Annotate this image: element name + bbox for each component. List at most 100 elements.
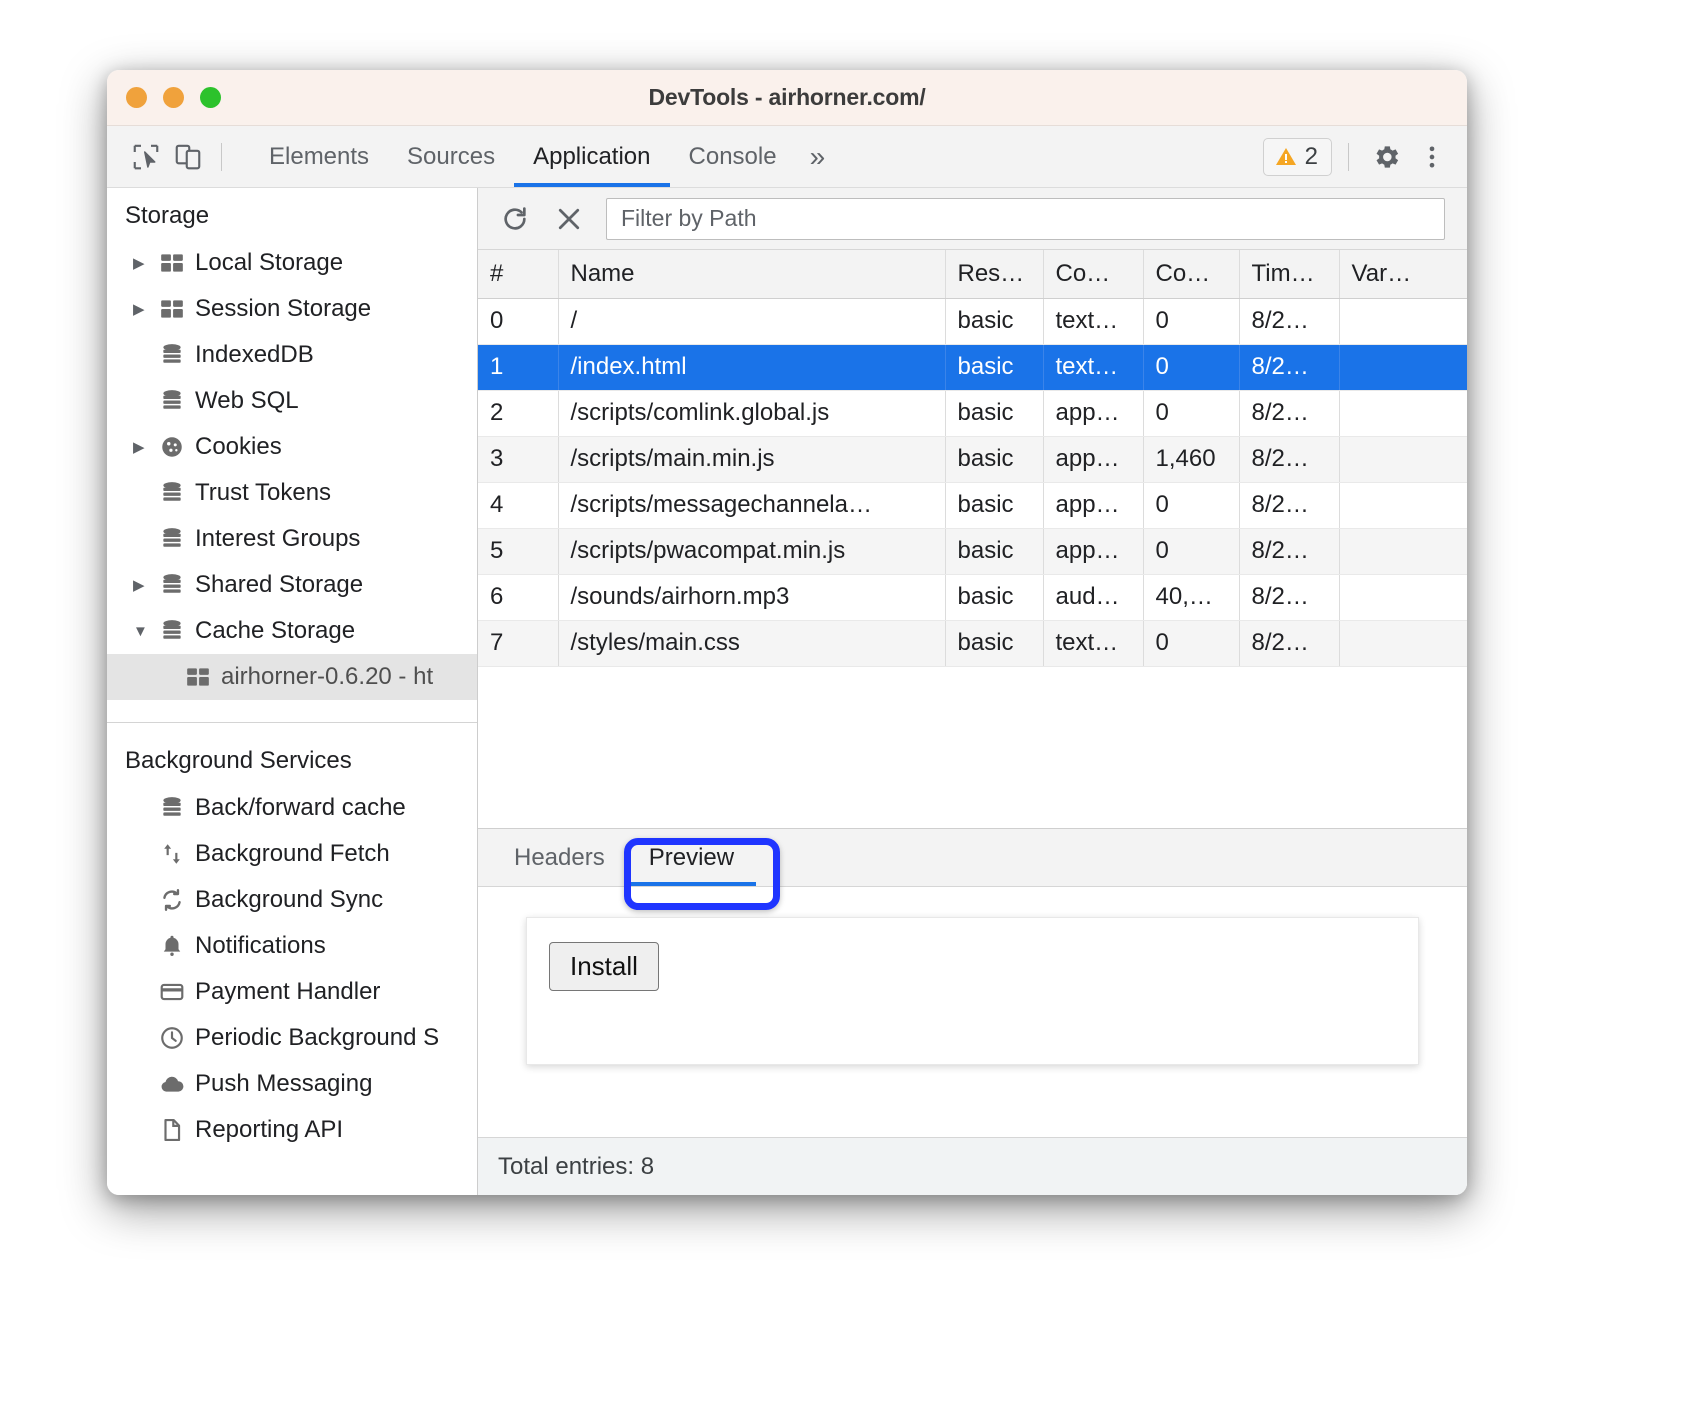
- status-bar: Total entries: 8: [478, 1137, 1467, 1195]
- tab-sources[interactable]: Sources: [388, 126, 514, 187]
- tab-preview[interactable]: Preview: [627, 829, 756, 886]
- chevron-down-icon[interactable]: ▼: [133, 623, 159, 640]
- sidebar-item-shared-storage[interactable]: ▶ Shared Storage: [107, 562, 477, 608]
- cell-time-cached: 8/2…: [1239, 344, 1339, 390]
- tab-elements[interactable]: Elements: [250, 126, 388, 187]
- clock-icon: [159, 1025, 195, 1051]
- warnings-badge[interactable]: 2: [1263, 138, 1332, 176]
- delete-close-icon[interactable]: [546, 196, 592, 242]
- table-row[interactable]: 4 /scripts/messagechannela… basic app… 0…: [478, 482, 1467, 528]
- table-row[interactable]: 7 /styles/main.css basic text… 0 8/2…: [478, 620, 1467, 666]
- cell-name: /styles/main.css: [558, 620, 945, 666]
- database-icon: [159, 480, 195, 506]
- chevron-right-icon[interactable]: ▶: [133, 254, 159, 272]
- sidebar-item-local-storage[interactable]: ▶ Local Storage: [107, 240, 477, 286]
- sidebar-item-notifications[interactable]: ▶ Notifications: [107, 923, 477, 969]
- table-row[interactable]: 2 /scripts/comlink.global.js basic app… …: [478, 390, 1467, 436]
- sidebar-item-background-fetch[interactable]: ▶ Background Fetch: [107, 831, 477, 877]
- column-header-content-length[interactable]: Co…: [1143, 250, 1239, 298]
- tab-preview-label: Preview: [649, 844, 734, 872]
- cell-content-length: 0: [1143, 344, 1239, 390]
- panel-tabs: Elements Sources Application Console »: [250, 126, 839, 187]
- cell-time-cached: 8/2…: [1239, 298, 1339, 344]
- sidebar-item-push-messaging[interactable]: ▶ Push Messaging: [107, 1061, 477, 1107]
- sidebar-item-cache-airhorner[interactable]: airhorner-0.6.20 - ht: [107, 654, 477, 700]
- table-icon: [159, 250, 195, 276]
- cell-name: /index.html: [558, 344, 945, 390]
- sidebar-item-cookies[interactable]: ▶ Cookies: [107, 424, 477, 470]
- cell-response-type: basic: [945, 620, 1043, 666]
- cell-name: /scripts/main.min.js: [558, 436, 945, 482]
- sidebar-item-label: Interest Groups: [195, 525, 360, 553]
- sidebar-item-periodic-background-sync[interactable]: ▶ Periodic Background S: [107, 1015, 477, 1061]
- cell-vary: [1339, 436, 1467, 482]
- database-icon: [159, 795, 195, 821]
- install-button[interactable]: Install: [549, 942, 659, 991]
- sidebar-item-cache-storage[interactable]: ▼ Cache Storage: [107, 608, 477, 654]
- database-icon: [159, 618, 195, 644]
- detail-drawer: Headers Preview Install Total entries: 8: [478, 829, 1467, 1195]
- table-row[interactable]: 5 /scripts/pwacompat.min.js basic app… 0…: [478, 528, 1467, 574]
- table-row[interactable]: 3 /scripts/main.min.js basic app… 1,460 …: [478, 436, 1467, 482]
- cell-name: /scripts/pwacompat.min.js: [558, 528, 945, 574]
- sidebar-item-payment-handler[interactable]: ▶ Payment Handler: [107, 969, 477, 1015]
- storage-section-title: Storage: [107, 188, 477, 240]
- chevron-right-icon[interactable]: ▶: [133, 576, 159, 594]
- arrows-updown-icon: [159, 841, 195, 867]
- table-row[interactable]: 1 /index.html basic text… 0 8/2…: [478, 344, 1467, 390]
- cell-vary: [1339, 482, 1467, 528]
- cache-storage-panel: # Name Res… Co… Co… Tim… Var… 0: [478, 188, 1467, 1195]
- gear-icon[interactable]: [1365, 136, 1407, 178]
- storage-tree: ▶ Local Storage ▶ Session Storage: [107, 240, 477, 704]
- column-header-content-type[interactable]: Co…: [1043, 250, 1143, 298]
- sidebar-item-back-forward-cache[interactable]: ▶ Back/forward cache: [107, 785, 477, 831]
- table-icon: [159, 296, 195, 322]
- sidebar-item-label: Session Storage: [195, 295, 371, 323]
- sidebar-item-trust-tokens[interactable]: ▶ Trust Tokens: [107, 470, 477, 516]
- database-icon: [159, 342, 195, 368]
- cell-index: 2: [478, 390, 558, 436]
- sidebar-item-interest-groups[interactable]: ▶ Interest Groups: [107, 516, 477, 562]
- cell-time-cached: 8/2…: [1239, 574, 1339, 620]
- sidebar-item-reporting-api[interactable]: ▶ Reporting API: [107, 1107, 477, 1153]
- chevron-right-icon[interactable]: ▶: [133, 438, 159, 456]
- cell-index: 3: [478, 436, 558, 482]
- cell-vary: [1339, 528, 1467, 574]
- cell-response-type: basic: [945, 528, 1043, 574]
- sidebar-item-indexeddb[interactable]: ▶ IndexedDB: [107, 332, 477, 378]
- window-titlebar: DevTools - airhorner.com/: [107, 70, 1467, 126]
- cell-content-type: aud…: [1043, 574, 1143, 620]
- cell-content-length: 1,460: [1143, 436, 1239, 482]
- background-services-section-title: Background Services: [107, 723, 477, 785]
- cloud-icon: [159, 1071, 195, 1097]
- chevron-right-icon[interactable]: ▶: [133, 300, 159, 318]
- tab-application[interactable]: Application: [514, 126, 669, 187]
- table-row[interactable]: 0 / basic text… 0 8/2…: [478, 298, 1467, 344]
- cell-index: 6: [478, 574, 558, 620]
- kebab-menu-icon[interactable]: [1411, 136, 1453, 178]
- column-header-vary[interactable]: Var…: [1339, 250, 1467, 298]
- sidebar-item-web-sql[interactable]: ▶ Web SQL: [107, 378, 477, 424]
- more-tabs-button[interactable]: »: [796, 126, 840, 187]
- cell-time-cached: 8/2…: [1239, 436, 1339, 482]
- cell-response-type: basic: [945, 390, 1043, 436]
- table-row[interactable]: 6 /sounds/airhorn.mp3 basic aud… 40,… 8/…: [478, 574, 1467, 620]
- inspect-element-icon[interactable]: [125, 136, 167, 178]
- column-header-index[interactable]: #: [478, 250, 558, 298]
- device-toolbar-icon[interactable]: [167, 136, 209, 178]
- cache-entries-table: # Name Res… Co… Co… Tim… Var… 0: [478, 250, 1467, 667]
- tab-console[interactable]: Console: [670, 126, 796, 187]
- filter-input[interactable]: [606, 198, 1445, 240]
- toolbar-divider: [221, 143, 222, 171]
- cell-time-cached: 8/2…: [1239, 528, 1339, 574]
- toolbar-divider-2: [1348, 143, 1349, 171]
- sidebar-item-background-sync[interactable]: ▶ Background Sync: [107, 877, 477, 923]
- refresh-icon[interactable]: [492, 196, 538, 242]
- cell-content-type: text…: [1043, 344, 1143, 390]
- sidebar-item-session-storage[interactable]: ▶ Session Storage: [107, 286, 477, 332]
- column-header-response[interactable]: Res…: [945, 250, 1043, 298]
- column-header-time-cached[interactable]: Tim…: [1239, 250, 1339, 298]
- tab-headers[interactable]: Headers: [492, 829, 627, 886]
- cell-index: 5: [478, 528, 558, 574]
- column-header-name[interactable]: Name: [558, 250, 945, 298]
